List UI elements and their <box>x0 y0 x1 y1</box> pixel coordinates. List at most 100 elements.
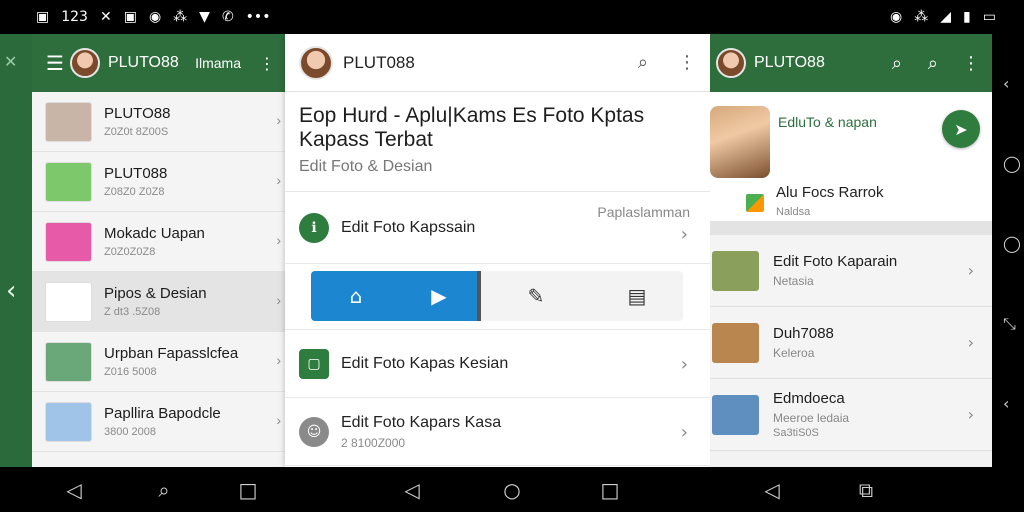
home-button[interactable]: ⌂ <box>311 271 401 321</box>
thumbnail <box>45 101 92 142</box>
recents-icon-center[interactable]: □ <box>590 467 630 512</box>
list-item-title: Duh7088 <box>773 325 834 342</box>
card-button[interactable]: ▤ <box>591 271 683 321</box>
list-item-subtitle: Z0Z0Z0Z8 <box>104 246 156 258</box>
list-item-text: Pipos & Desian Z dt3 .5Z08 <box>104 285 207 318</box>
card-item-title: Alu Focs Rarrok <box>776 184 884 201</box>
status-bar: ▣ 123 ✕ ▣ ◉ ⁂ ▼ ✆ ••• ◉ ⁂ ◢ ▮ ▭ <box>0 0 1024 34</box>
expand-icon[interactable]: ⤡ <box>1003 314 1021 333</box>
search-icon-2[interactable]: ⌕ <box>928 53 938 74</box>
recents-icon[interactable]: ◯ <box>1003 234 1021 253</box>
back-icon-center[interactable]: ◁ <box>392 467 432 512</box>
right-edge: ‹ ◯ ◯ ⤡ ‹ <box>992 34 1024 467</box>
avatar[interactable] <box>69 48 100 78</box>
list-item-note: Paplaslamman <box>597 204 690 220</box>
thumbnail <box>712 394 759 435</box>
thumbnail <box>45 281 92 322</box>
chevron-right-icon: › <box>276 292 281 308</box>
app-title: PLUT088 <box>343 52 415 72</box>
thumbnail <box>712 322 759 363</box>
app-title: PLUTO88 <box>754 54 825 71</box>
alarm-icon: ◉ <box>890 9 903 25</box>
shuffle-icon: ✕ <box>99 9 112 25</box>
user-icon: ☺ <box>299 416 329 447</box>
list-item-kesian[interactable]: ▢ Edit Foto Kapas Kesian › <box>285 330 710 398</box>
chat-list: PLUTO88 Z0Z0t 8Z00S › PLUT088 Z08Z0 Z0Z8 › Mok… <box>32 92 285 452</box>
page-subtitle: Edit Foto & Desian <box>299 158 433 175</box>
list-item-label: Edit Foto Kapssain <box>341 218 476 236</box>
circle-icon: ◉ <box>148 9 162 25</box>
list-item-text: PLUTO88 Z0Z0t 8Z00S <box>104 105 170 138</box>
back-icon[interactable]: ◁ <box>54 467 94 512</box>
toolbar-container: ⌂ ▶ ✎ ▤ <box>285 264 710 330</box>
list-item-title: PLUTO88 <box>104 105 171 122</box>
list-item[interactable]: Edit Foto Kaparain Netasia › <box>710 235 992 307</box>
brush-button[interactable]: ✎ <box>481 271 591 321</box>
search-icon[interactable]: ⌕ <box>144 467 184 512</box>
wifi-icon: ▼ <box>199 9 210 25</box>
list-item[interactable]: Duh7088 Keleroa › <box>710 307 992 379</box>
list-item[interactable]: Urpban Fapasslcfea Z016 5008 › <box>32 332 285 392</box>
list-item[interactable]: Mokadc Uapan Z0Z0Z0Z8 › <box>32 212 285 272</box>
vibrate-icon: ⁂ <box>173 9 188 25</box>
panel-right: PLUTO88 ⌕ ⌕ ⋮ EdluTo & napan ➤ Alu Focs … <box>710 34 992 467</box>
window-icon[interactable]: ⧉ <box>846 467 886 512</box>
thumbnail <box>45 401 92 442</box>
list-item-subtitle: Keleroa <box>773 346 815 360</box>
chevron-right-icon: › <box>276 172 281 188</box>
home-icon[interactable]: ◯ <box>1003 154 1021 173</box>
menu-icon[interactable]: ☰ <box>46 51 64 75</box>
more-vert-icon[interactable]: ⋮ <box>259 54 275 73</box>
search-icon[interactable]: ⌕ <box>892 53 902 74</box>
more-vert-icon[interactable]: ⋮ <box>962 53 980 74</box>
play-button[interactable]: ▶ <box>401 271 481 321</box>
list-item-title: Urpban Fapasslcfea <box>104 345 239 362</box>
list-item[interactable]: Pipos & Desian Z dt3 .5Z08 › <box>32 272 285 332</box>
list-item-subtitle: Z dt3 .5Z08 <box>104 306 161 318</box>
list-item[interactable]: PLUT088 Z08Z0 Z0Z8 › <box>32 152 285 212</box>
send-button[interactable]: ➤ <box>942 110 980 148</box>
list-item-subtitle: 3800 2008 <box>104 426 156 438</box>
close-icon[interactable]: ✕ <box>4 52 17 72</box>
app-title: PLUTO88 <box>107 54 179 71</box>
thumbnail <box>45 221 92 262</box>
thumbnail <box>712 250 759 291</box>
search-icon[interactable]: ⌕ <box>638 52 648 73</box>
recents-icon[interactable]: □ <box>228 467 268 512</box>
list-item-text: Edit Foto Kaparain Netasia <box>773 253 897 288</box>
info-icon: ℹ <box>299 212 329 243</box>
list-item-label: Edit Foto Kapars Kasa <box>341 413 502 431</box>
list-item-text: Duh7088 Keleroa <box>773 325 834 360</box>
card-title: EdluTo & napan <box>778 114 877 130</box>
chevron-left-icon[interactable]: ‹ <box>6 276 16 306</box>
home-icon[interactable]: ○ <box>492 467 532 512</box>
back-icon[interactable]: ‹ <box>1003 74 1021 93</box>
profile-photo <box>710 106 770 178</box>
list-item-label: Edit Foto Kapas Kesian <box>341 354 509 372</box>
list-item[interactable]: PLUTO88 Z0Z0t 8Z00S › <box>32 92 285 152</box>
list-item-kasa[interactable]: ☺ Edit Foto Kapars Kasa 2 8100Z000 › <box>285 398 710 466</box>
back-icon-right[interactable]: ◁ <box>752 467 792 512</box>
article-header: Eop Hurd - Aplu|Kams Es Foto Kptas Kapas… <box>285 92 710 192</box>
list-item[interactable]: Edmdoeca Meeroe ledaia Sa3tiS0S › <box>710 379 992 451</box>
list-item-text: Urpban Fapasslcfea Z016 5008 <box>104 345 238 378</box>
list-item-edit-foto[interactable]: ℹ Edit Foto Kapssain Paplaslamman › <box>285 192 710 264</box>
thumbnail <box>45 341 92 382</box>
avatar[interactable] <box>716 48 746 78</box>
list-item-text: PLUT088 Z08Z0 Z0Z8 <box>104 165 167 198</box>
list-item-title: Edmdoeca <box>773 390 845 407</box>
back-icon-2[interactable]: ‹ <box>1003 394 1021 413</box>
screen: ▣ 123 ✕ ▣ ◉ ⁂ ▼ ✆ ••• ◉ ⁂ ◢ ▮ ▭ ✕ ‹ ☰ PL… <box>0 0 1024 512</box>
gallery-icon: ▣ <box>36 9 50 25</box>
chevron-right-icon: › <box>967 261 974 280</box>
user-name: Ilmama <box>195 55 241 71</box>
list-item-text: Papllira Bapodcle 3800 2008 <box>104 405 221 438</box>
right-list: Edit Foto Kaparain Netasia › Duh7088 Keleroa… <box>710 235 992 451</box>
signal-123-icon: 123 <box>61 9 88 25</box>
list-item-subtitle: Meeroe ledaia <box>773 411 850 425</box>
more-vert-icon[interactable]: ⋮ <box>678 52 696 73</box>
avatar[interactable] <box>299 45 333 80</box>
card-item-sub: Naldsa <box>776 206 811 218</box>
featured-card[interactable]: EdluTo & napan ➤ Alu Focs Rarrok Naldsa <box>710 92 992 235</box>
list-item[interactable]: Papllira Bapodcle 3800 2008 › <box>32 392 285 452</box>
